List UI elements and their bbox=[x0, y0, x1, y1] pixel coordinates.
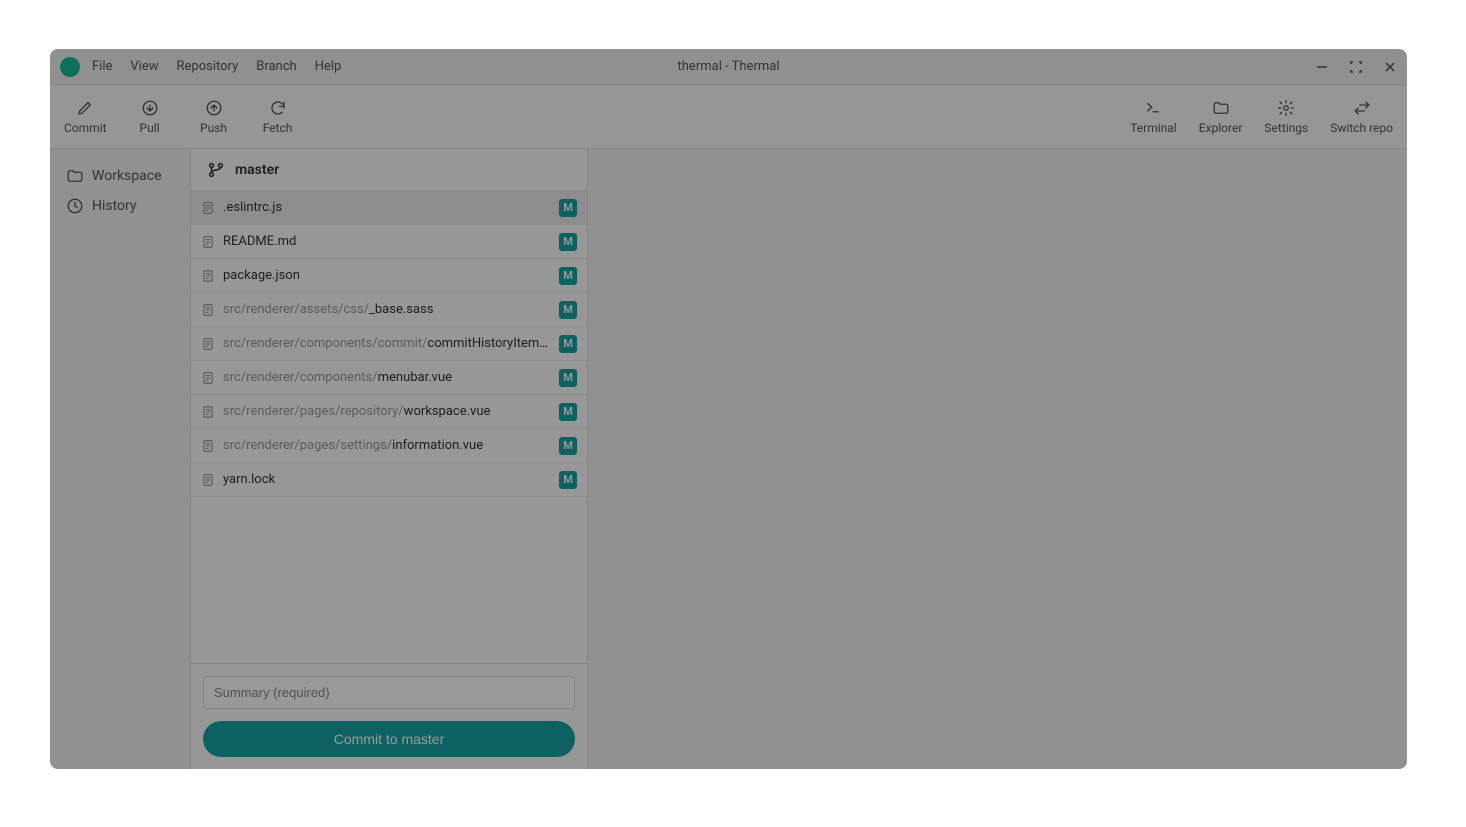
pull-label: Pull bbox=[140, 121, 160, 135]
menu-branch[interactable]: Branch bbox=[256, 59, 296, 74]
file-icon bbox=[201, 405, 215, 419]
sidebar-item-history[interactable]: History bbox=[58, 191, 182, 221]
commit-button[interactable]: Commit to master bbox=[203, 721, 575, 757]
push-button[interactable]: Push bbox=[193, 99, 235, 135]
menu-bar: File View Repository Branch Help bbox=[92, 59, 341, 74]
commit-button[interactable]: Commit bbox=[64, 99, 107, 135]
maximize-icon[interactable] bbox=[1349, 60, 1363, 74]
file-row[interactable]: README.md M bbox=[191, 225, 587, 259]
file-icon bbox=[201, 337, 215, 351]
file-list: .eslintrc.js M README.md M package.json … bbox=[191, 191, 587, 663]
push-label: Push bbox=[200, 121, 227, 135]
file-row[interactable]: src/renderer/components/menubar.vue M bbox=[191, 361, 587, 395]
clock-icon bbox=[66, 197, 84, 215]
terminal-label: Terminal bbox=[1130, 121, 1177, 135]
file-icon bbox=[201, 371, 215, 385]
file-icon bbox=[201, 235, 215, 249]
file-icon bbox=[201, 473, 215, 487]
refresh-icon bbox=[269, 99, 287, 117]
file-path: src/renderer/components/commit/commitHis… bbox=[223, 336, 551, 351]
file-row[interactable]: src/renderer/components/commit/commitHis… bbox=[191, 327, 587, 361]
toolbar: Commit Pull Push Fetch Terminal Explorer Sett… bbox=[50, 85, 1407, 149]
pencil-icon bbox=[76, 99, 94, 117]
sidebar-item-label: Workspace bbox=[92, 168, 162, 184]
menu-help[interactable]: Help bbox=[315, 59, 342, 74]
status-badge: M bbox=[559, 403, 577, 421]
file-row[interactable]: package.json M bbox=[191, 259, 587, 293]
explorer-label: Explorer bbox=[1199, 121, 1243, 135]
diff-panel bbox=[588, 149, 1407, 769]
status-badge: M bbox=[559, 437, 577, 455]
file-path: README.md bbox=[223, 234, 551, 249]
file-path: .eslintrc.js bbox=[223, 200, 551, 215]
swap-icon bbox=[1353, 99, 1371, 117]
sidebar-item-workspace[interactable]: Workspace bbox=[58, 161, 182, 191]
file-row[interactable]: .eslintrc.js M bbox=[191, 191, 587, 225]
settings-label: Settings bbox=[1264, 121, 1308, 135]
menu-view[interactable]: View bbox=[130, 59, 158, 74]
commit-footer: Commit to master bbox=[191, 663, 587, 769]
menu-repository[interactable]: Repository bbox=[177, 59, 239, 74]
gear-icon bbox=[1277, 99, 1295, 117]
close-icon[interactable] bbox=[1383, 60, 1397, 74]
file-row[interactable]: src/renderer/pages/repository/workspace.… bbox=[191, 395, 587, 429]
app-logo-icon bbox=[60, 57, 80, 77]
file-icon bbox=[201, 303, 215, 317]
commit-summary-input[interactable] bbox=[203, 676, 575, 709]
status-badge: M bbox=[559, 267, 577, 285]
sidebar-item-label: History bbox=[92, 198, 137, 214]
status-badge: M bbox=[559, 471, 577, 489]
file-icon bbox=[201, 439, 215, 453]
status-badge: M bbox=[559, 233, 577, 251]
branch-icon bbox=[207, 161, 225, 179]
status-badge: M bbox=[559, 369, 577, 387]
app-window: File View Repository Branch Help thermal - T… bbox=[50, 49, 1407, 769]
file-icon bbox=[201, 269, 215, 283]
file-path: src/renderer/pages/repository/workspace.… bbox=[223, 404, 551, 419]
explorer-button[interactable]: Explorer bbox=[1199, 99, 1243, 135]
file-path: package.json bbox=[223, 268, 551, 283]
commit-label: Commit bbox=[64, 121, 107, 135]
branch-name: master bbox=[235, 162, 279, 178]
terminal-icon bbox=[1144, 99, 1162, 117]
file-path: src/renderer/pages/settings/information.… bbox=[223, 438, 551, 453]
arrow-down-circle-icon bbox=[141, 99, 159, 117]
file-row[interactable]: yarn.lock M bbox=[191, 463, 587, 497]
file-path: yarn.lock bbox=[223, 472, 551, 487]
terminal-button[interactable]: Terminal bbox=[1130, 99, 1177, 135]
changes-panel: master .eslintrc.js M README.md M packag… bbox=[190, 149, 588, 769]
window-controls bbox=[1315, 60, 1397, 74]
minimize-icon[interactable] bbox=[1315, 60, 1329, 74]
status-badge: M bbox=[559, 301, 577, 319]
fetch-button[interactable]: Fetch bbox=[257, 99, 299, 135]
status-badge: M bbox=[559, 335, 577, 353]
pull-button[interactable]: Pull bbox=[129, 99, 171, 135]
app-body: Workspace History master .eslintrc.js M R… bbox=[50, 149, 1407, 769]
switch-button[interactable]: Switch repo bbox=[1330, 99, 1393, 135]
branch-header[interactable]: master bbox=[191, 149, 587, 191]
window-title: thermal - Thermal bbox=[678, 59, 780, 74]
sidebar: Workspace History bbox=[50, 149, 190, 769]
settings-button[interactable]: Settings bbox=[1264, 99, 1308, 135]
file-path: src/renderer/components/menubar.vue bbox=[223, 370, 551, 385]
menu-file[interactable]: File bbox=[92, 59, 112, 74]
folder-icon bbox=[1212, 99, 1230, 117]
file-row[interactable]: src/renderer/pages/settings/information.… bbox=[191, 429, 587, 463]
file-path: src/renderer/assets/css/_base.sass bbox=[223, 302, 551, 317]
folder-icon bbox=[66, 167, 84, 185]
status-badge: M bbox=[559, 199, 577, 217]
switch-label: Switch repo bbox=[1330, 121, 1393, 135]
file-row[interactable]: src/renderer/assets/css/_base.sass M bbox=[191, 293, 587, 327]
file-icon bbox=[201, 201, 215, 215]
arrow-up-circle-icon bbox=[205, 99, 223, 117]
fetch-label: Fetch bbox=[263, 121, 293, 135]
titlebar: File View Repository Branch Help thermal - T… bbox=[50, 49, 1407, 85]
